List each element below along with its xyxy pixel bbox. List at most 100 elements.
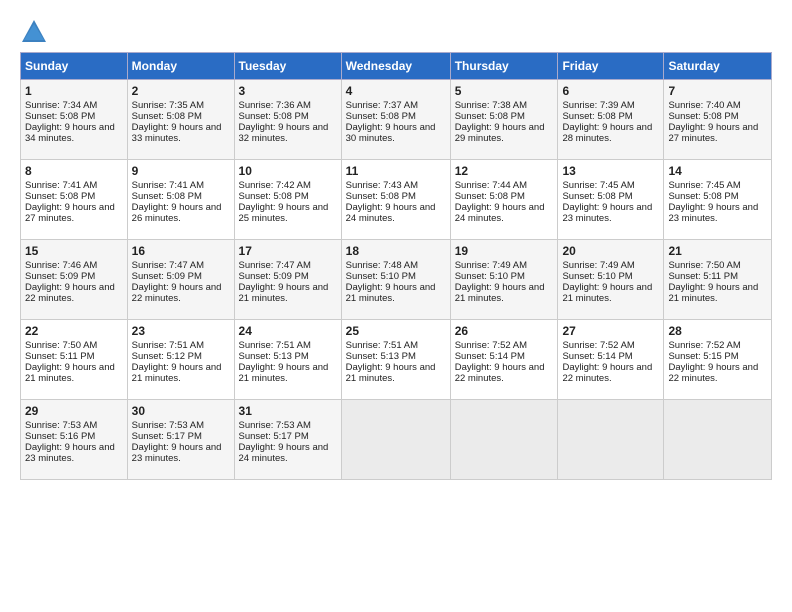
calendar-cell: 24Sunrise: 7:51 AMSunset: 5:13 PMDayligh… [234,320,341,400]
day-number: 7 [668,84,767,98]
daylight: Daylight: 9 hours and 29 minutes. [455,122,545,144]
day-number: 28 [668,324,767,338]
day-number: 27 [562,324,659,338]
day-number: 19 [455,244,554,258]
day-number: 8 [25,164,123,178]
calendar-cell: 20Sunrise: 7:49 AMSunset: 5:10 PMDayligh… [558,240,664,320]
sunset: Sunset: 5:13 PM [346,351,416,362]
sunset: Sunset: 5:13 PM [239,351,309,362]
sunset: Sunset: 5:08 PM [562,111,632,122]
daylight: Daylight: 9 hours and 24 minutes. [239,442,329,464]
calendar-cell: 4Sunrise: 7:37 AMSunset: 5:08 PMDaylight… [341,80,450,160]
daylight: Daylight: 9 hours and 21 minutes. [25,362,115,384]
week-row-5: 29Sunrise: 7:53 AMSunset: 5:16 PMDayligh… [21,400,772,480]
sunrise: Sunrise: 7:47 AM [132,260,204,271]
daylight: Daylight: 9 hours and 22 minutes. [455,362,545,384]
sunset: Sunset: 5:09 PM [132,271,202,282]
calendar-cell: 5 Sunrise: 7:38 AMSunset: 5:08 PMDaylight… [450,80,558,160]
daylight: Daylight: 9 hours and 27 minutes. [25,202,115,224]
logo-icon [20,18,48,46]
calendar-cell: 30 Sunrise: 7:53 AMSunset: 5:17 PMDayligh… [127,400,234,480]
day-number: 4 [346,84,446,98]
day-number: 18 [346,244,446,258]
week-row-1: 1Sunrise: 7:34 AMSunset: 5:08 PMDaylight… [21,80,772,160]
sunset: Sunset: 5:09 PM [25,271,95,282]
calendar-cell: 15Sunrise: 7:46 AMSunset: 5:09 PMDayligh… [21,240,128,320]
sunset: Sunset: 5:10 PM [562,271,632,282]
page: SundayMondayTuesdayWednesdayThursdayFrid… [0,0,792,490]
sunset: Sunset: 5:08 PM [132,191,202,202]
day-number: 11 [346,164,446,178]
sunrise: Sunrise: 7:43 AM [346,180,418,191]
sunrise: Sunrise: 7:38 AM [455,100,527,111]
sunrise: Sunrise: 7:51 AM [132,340,204,351]
calendar-cell: 26Sunrise: 7:52 AMSunset: 5:14 PMDayligh… [450,320,558,400]
sunrise: Sunrise: 7:42 AM [239,180,311,191]
sunset: Sunset: 5:08 PM [455,191,525,202]
daylight: Daylight: 9 hours and 33 minutes. [132,122,222,144]
calendar-cell: 7Sunrise: 7:40 AMSunset: 5:08 PMDaylight… [664,80,772,160]
sunset: Sunset: 5:08 PM [455,111,525,122]
sunrise: Sunrise: 7:47 AM [239,260,311,271]
calendar-cell: 22Sunrise: 7:50 AMSunset: 5:11 PMDayligh… [21,320,128,400]
daylight: Daylight: 9 hours and 23 minutes. [25,442,115,464]
calendar-cell: 31Sunrise: 7:53 AMSunset: 5:17 PMDayligh… [234,400,341,480]
sunrise: Sunrise: 7:37 AM [346,100,418,111]
sunrise: Sunrise: 7:49 AM [455,260,527,271]
calendar-cell: 25Sunrise: 7:51 AMSunset: 5:13 PMDayligh… [341,320,450,400]
sunset: Sunset: 5:16 PM [25,431,95,442]
sunset: Sunset: 5:08 PM [562,191,632,202]
calendar-cell: 16 Sunrise: 7:47 AMSunset: 5:09 PMDayligh… [127,240,234,320]
day-number: 20 [562,244,659,258]
day-number: 31 [239,404,337,418]
day-number: 24 [239,324,337,338]
day-header-thursday: Thursday [450,53,558,80]
day-header-sunday: Sunday [21,53,128,80]
calendar-cell: 18Sunrise: 7:48 AMSunset: 5:10 PMDayligh… [341,240,450,320]
sunrise: Sunrise: 7:45 AM [562,180,634,191]
day-number: 9 [132,164,230,178]
sunrise: Sunrise: 7:45 AM [668,180,740,191]
daylight: Daylight: 9 hours and 21 minutes. [132,362,222,384]
day-header-monday: Monday [127,53,234,80]
logo [20,18,51,46]
calendar-cell: 11Sunrise: 7:43 AMSunset: 5:08 PMDayligh… [341,160,450,240]
day-header-saturday: Saturday [664,53,772,80]
sunset: Sunset: 5:17 PM [132,431,202,442]
daylight: Daylight: 9 hours and 23 minutes. [562,202,652,224]
day-number: 17 [239,244,337,258]
sunset: Sunset: 5:08 PM [239,111,309,122]
daylight: Daylight: 9 hours and 21 minutes. [239,362,329,384]
sunrise: Sunrise: 7:44 AM [455,180,527,191]
sunrise: Sunrise: 7:53 AM [239,420,311,431]
calendar-cell: 8Sunrise: 7:41 AMSunset: 5:08 PMDaylight… [21,160,128,240]
daylight: Daylight: 9 hours and 21 minutes. [668,282,758,304]
day-number: 13 [562,164,659,178]
sunrise: Sunrise: 7:40 AM [668,100,740,111]
daylight: Daylight: 9 hours and 22 minutes. [25,282,115,304]
daylight: Daylight: 9 hours and 21 minutes. [346,282,436,304]
sunrise: Sunrise: 7:52 AM [562,340,634,351]
calendar-cell: 23Sunrise: 7:51 AMSunset: 5:12 PMDayligh… [127,320,234,400]
day-number: 22 [25,324,123,338]
sunrise: Sunrise: 7:53 AM [132,420,204,431]
daylight: Daylight: 9 hours and 23 minutes. [668,202,758,224]
daylight: Daylight: 9 hours and 23 minutes. [132,442,222,464]
day-number: 30 [132,404,230,418]
sunrise: Sunrise: 7:35 AM [132,100,204,111]
day-number: 25 [346,324,446,338]
day-number: 23 [132,324,230,338]
daylight: Daylight: 9 hours and 22 minutes. [132,282,222,304]
week-row-3: 15Sunrise: 7:46 AMSunset: 5:09 PMDayligh… [21,240,772,320]
day-number: 6 [562,84,659,98]
sunset: Sunset: 5:08 PM [25,111,95,122]
calendar-cell [341,400,450,480]
calendar-cell: 2Sunrise: 7:35 AMSunset: 5:08 PMDaylight… [127,80,234,160]
day-number: 15 [25,244,123,258]
day-number: 5 [455,84,554,98]
day-number: 10 [239,164,337,178]
sunset: Sunset: 5:09 PM [239,271,309,282]
week-row-4: 22Sunrise: 7:50 AMSunset: 5:11 PMDayligh… [21,320,772,400]
day-number: 16 [132,244,230,258]
calendar-cell [450,400,558,480]
